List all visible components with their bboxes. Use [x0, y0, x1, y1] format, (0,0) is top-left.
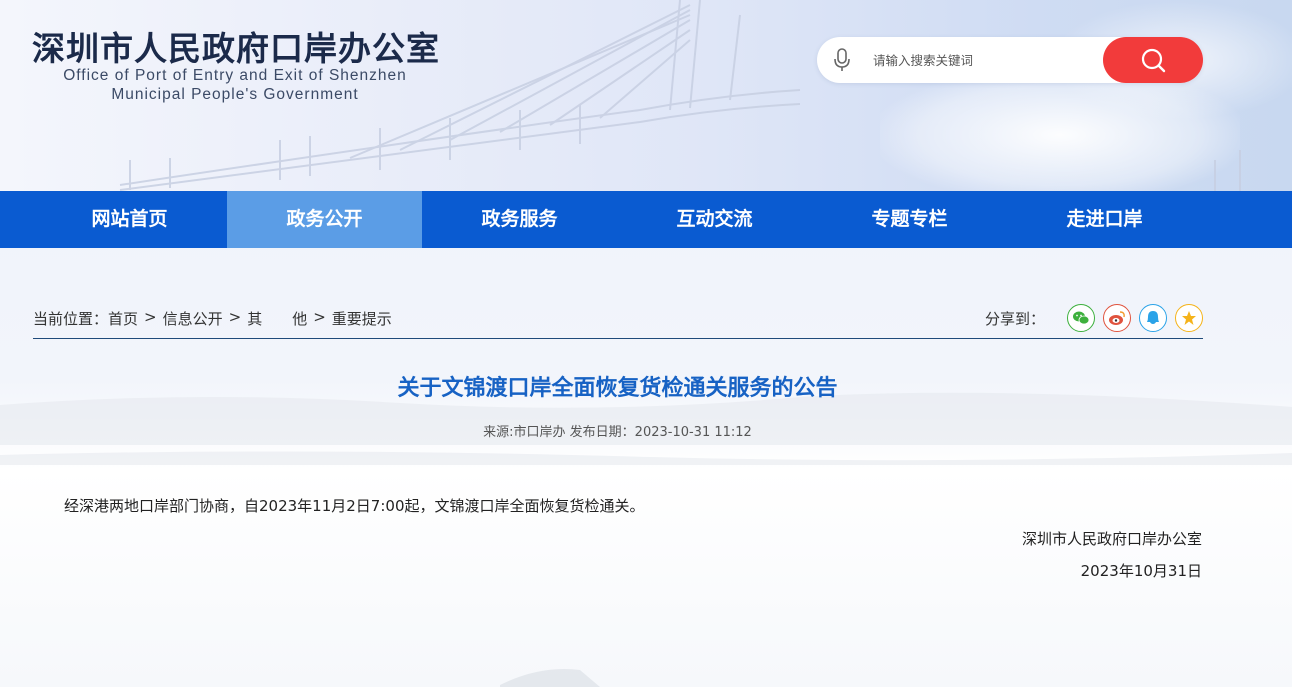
site-subtitle-line1: Office of Port of Entry and Exit of Shen… [63, 67, 407, 84]
article-meta: 来源:市口岸办 发布日期：2023-10-31 11:12 [483, 425, 752, 440]
search-input[interactable] [873, 47, 1093, 73]
share-bar: 分享到： [985, 304, 1203, 332]
breadcrumb-info-public[interactable]: 信息公开 [163, 308, 223, 329]
nav-item-about-port[interactable]: 走进口岸 [1007, 191, 1202, 248]
article-signature: 深圳市人民政府口岸办公室 [1021, 530, 1202, 548]
share-label: 分享到： [984, 309, 1045, 328]
breadcrumb-important-notice[interactable]: 重要提示 [332, 308, 392, 329]
nav-item-interaction[interactable]: 互动交流 [617, 191, 812, 248]
search-button[interactable] [1103, 37, 1203, 83]
weibo-icon[interactable] [1103, 304, 1131, 332]
breadcrumb-home[interactable]: 首页 [108, 308, 138, 329]
qq-icon[interactable] [1139, 304, 1167, 332]
microphone-icon[interactable] [833, 48, 851, 72]
site-subtitle: Office of Port of Entry and Exit of Shen… [32, 66, 438, 104]
main-nav: 网站首页 政务公开 政务服务 互动交流 专题专栏 走进口岸 [0, 191, 1292, 248]
nav-item-gov-services[interactable]: 政务服务 [422, 191, 617, 248]
breadcrumb-separator: > [144, 308, 157, 326]
breadcrumb-prefix: 当前位置： [33, 310, 109, 328]
breadcrumb-bar: 当前位置： 首页 > 信息公开 > 其 他 > 重要提示 分享到： [33, 300, 1203, 339]
site-subtitle-line2: Municipal People's Government [111, 86, 359, 103]
nav-item-home[interactable]: 网站首页 [32, 191, 227, 248]
article-title: 关于文锦渡口岸全面恢复货检通关服务的公告 [397, 376, 838, 401]
site-title: 深圳市人民政府口岸办公室 [32, 29, 440, 68]
breadcrumb: 当前位置： 首页 > 信息公开 > 其 他 > 重要提示 [33, 308, 392, 329]
site-header: 深圳市人民政府口岸办公室 Office of Port of Entry and… [0, 0, 1292, 191]
nav-item-gov-affairs-public[interactable]: 政务公开 [227, 191, 422, 248]
search-box [817, 37, 1203, 83]
search-icon [1141, 48, 1166, 73]
article-date: 2023年10月31日 [1080, 562, 1202, 580]
wechat-icon[interactable] [1067, 304, 1095, 332]
breadcrumb-other[interactable]: 其 他 [247, 308, 307, 329]
qzone-icon[interactable] [1175, 304, 1203, 332]
breadcrumb-separator: > [313, 308, 326, 326]
nav-item-special-topics[interactable]: 专题专栏 [812, 191, 1007, 248]
article-body: 经深港两地口岸部门协商，自2023年11月2日7:00起，文锦渡口岸全面恢复货检… [64, 497, 645, 515]
breadcrumb-separator: > [228, 308, 242, 326]
